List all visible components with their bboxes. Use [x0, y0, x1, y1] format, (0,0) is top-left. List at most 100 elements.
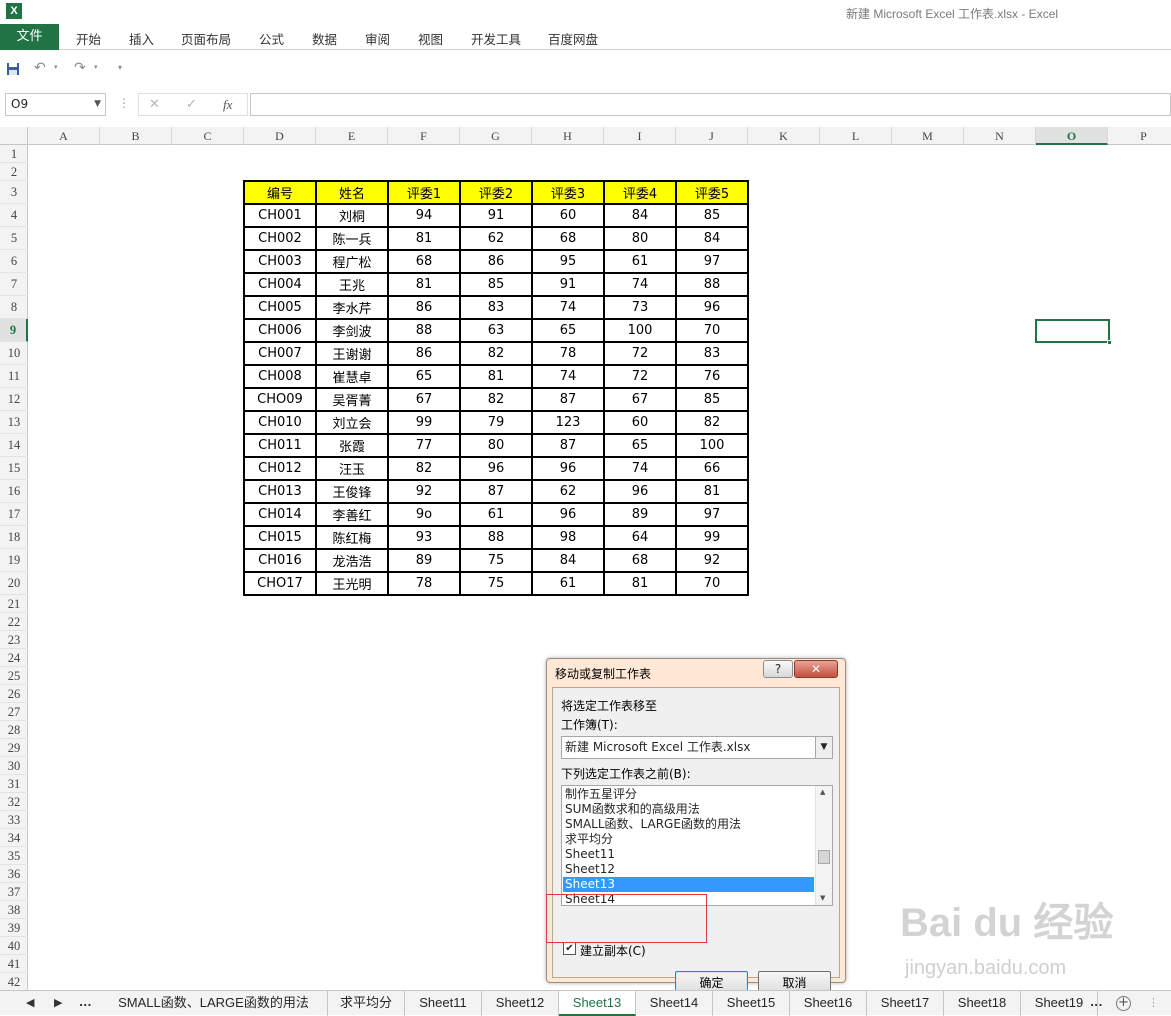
formula-input[interactable] [250, 93, 1171, 116]
sheet-tab[interactable]: SMALL函数、LARGE函数的用法 [100, 991, 328, 1016]
row-header-1[interactable]: 1 [0, 145, 28, 163]
table-cell[interactable]: 96 [675, 295, 749, 320]
close-button[interactable]: ✕ [794, 660, 838, 678]
table-cell[interactable]: 85 [675, 387, 749, 412]
sheet-tab[interactable]: Sheet11 [405, 991, 482, 1016]
table-cell[interactable]: 程广松 [315, 249, 389, 274]
table-cell[interactable]: 96 [603, 479, 677, 504]
row-header-21[interactable]: 21 [0, 595, 28, 613]
name-box[interactable]: O9 ▼ [5, 93, 106, 116]
row-header-6[interactable]: 6 [0, 250, 28, 273]
row-header-23[interactable]: 23 [0, 631, 28, 649]
table-cell[interactable]: 62 [459, 226, 533, 251]
table-cell[interactable]: 96 [531, 502, 605, 527]
sheet-next-icon[interactable]: ▶ [54, 996, 62, 1009]
table-cell[interactable]: 81 [603, 571, 677, 596]
undo-dropdown-icon[interactable]: ▾ [54, 63, 58, 71]
table-cell[interactable]: 72 [603, 341, 677, 366]
table-cell[interactable]: 84 [675, 226, 749, 251]
table-cell[interactable]: 82 [387, 456, 461, 481]
row-header-7[interactable]: 7 [0, 273, 28, 296]
table-cell[interactable]: 89 [387, 548, 461, 573]
table-cell[interactable]: 87 [531, 387, 605, 412]
row-header-41[interactable]: 41 [0, 955, 28, 973]
table-cell[interactable]: 李剑波 [315, 318, 389, 343]
table-cell[interactable]: 王俊锋 [315, 479, 389, 504]
table-cell[interactable]: 95 [531, 249, 605, 274]
table-header-cell[interactable]: 评委3 [531, 180, 605, 205]
row-header-16[interactable]: 16 [0, 480, 28, 503]
table-cell[interactable]: 79 [459, 410, 533, 435]
table-cell[interactable]: 88 [675, 272, 749, 297]
column-header-b[interactable]: B [100, 127, 172, 145]
column-header-n[interactable]: N [964, 127, 1036, 145]
table-cell[interactable]: 86 [459, 249, 533, 274]
table-cell[interactable]: 61 [459, 502, 533, 527]
tab-formulas[interactable]: 公式 [259, 29, 284, 48]
workbook-select[interactable]: 新建 Microsoft Excel 工作表.xlsx ▼ [561, 736, 833, 759]
table-cell[interactable]: 吴胥菁 [315, 387, 389, 412]
row-header-11[interactable]: 11 [0, 365, 28, 388]
table-cell[interactable]: 92 [387, 479, 461, 504]
table-cell[interactable]: 王兆 [315, 272, 389, 297]
list-scrollbar[interactable]: ▲ ▼ [815, 786, 832, 905]
more-icon[interactable]: ⋮ [1148, 996, 1159, 1009]
sheet-tab[interactable]: 求平均分 [328, 991, 405, 1016]
column-header-a[interactable]: A [28, 127, 100, 145]
table-cell[interactable]: 75 [459, 571, 533, 596]
table-cell[interactable]: CHO17 [243, 571, 317, 596]
column-header-m[interactable]: M [892, 127, 964, 145]
scroll-up-icon[interactable]: ▲ [820, 788, 825, 796]
table-cell[interactable]: CH015 [243, 525, 317, 550]
table-cell[interactable]: 王光明 [315, 571, 389, 596]
sheet-tab[interactable]: Sheet17 [867, 991, 944, 1016]
row-header-36[interactable]: 36 [0, 865, 28, 883]
column-header-l[interactable]: L [820, 127, 892, 145]
table-cell[interactable]: 80 [459, 433, 533, 458]
sheet-tab[interactable]: Sheet19 [1021, 991, 1098, 1016]
row-header-9[interactable]: 9 [0, 319, 28, 342]
tab-baidu-netdisk[interactable]: 百度网盘 [548, 29, 598, 48]
row-header-19[interactable]: 19 [0, 549, 28, 572]
table-cell[interactable]: CH013 [243, 479, 317, 504]
sheet-tab[interactable]: Sheet15 [713, 991, 790, 1016]
chevron-down-icon[interactable]: ▼ [94, 94, 101, 115]
table-cell[interactable]: 91 [459, 203, 533, 228]
row-header-2[interactable]: 2 [0, 163, 28, 181]
insert-function-icon[interactable]: fx [223, 97, 232, 113]
row-header-39[interactable]: 39 [0, 919, 28, 937]
table-cell[interactable]: 80 [603, 226, 677, 251]
table-header-cell[interactable]: 姓名 [315, 180, 389, 205]
row-header-4[interactable]: 4 [0, 204, 28, 227]
table-cell[interactable]: 87 [459, 479, 533, 504]
table-cell[interactable]: 74 [531, 364, 605, 389]
table-cell[interactable]: 60 [603, 410, 677, 435]
scroll-down-icon[interactable]: ▼ [820, 894, 825, 902]
table-cell[interactable]: 67 [603, 387, 677, 412]
table-cell[interactable]: 82 [459, 341, 533, 366]
column-header-f[interactable]: F [388, 127, 460, 145]
selected-cell[interactable] [1035, 319, 1112, 345]
column-header-e[interactable]: E [316, 127, 388, 145]
table-cell[interactable]: 82 [675, 410, 749, 435]
list-item[interactable]: Sheet12 [565, 862, 615, 877]
row-header-38[interactable]: 38 [0, 901, 28, 919]
column-header-p[interactable]: P [1108, 127, 1171, 145]
table-cell[interactable]: 陈红梅 [315, 525, 389, 550]
sheet-tab[interactable]: Sheet13 [559, 991, 636, 1016]
row-header-30[interactable]: 30 [0, 757, 28, 775]
enter-icon[interactable]: ✓ [186, 97, 197, 112]
table-cell[interactable]: CH006 [243, 318, 317, 343]
sheet-tab[interactable]: Sheet14 [636, 991, 713, 1016]
table-cell[interactable]: 100 [675, 433, 749, 458]
row-header-12[interactable]: 12 [0, 388, 28, 411]
table-cell[interactable]: 86 [387, 341, 461, 366]
column-header-j[interactable]: J [676, 127, 748, 145]
table-cell[interactable]: 77 [387, 433, 461, 458]
table-cell[interactable]: 88 [459, 525, 533, 550]
row-header-15[interactable]: 15 [0, 457, 28, 480]
table-cell[interactable]: 99 [675, 525, 749, 550]
column-header-h[interactable]: H [532, 127, 604, 145]
table-cell[interactable]: CH001 [243, 203, 317, 228]
table-cell[interactable]: 94 [387, 203, 461, 228]
